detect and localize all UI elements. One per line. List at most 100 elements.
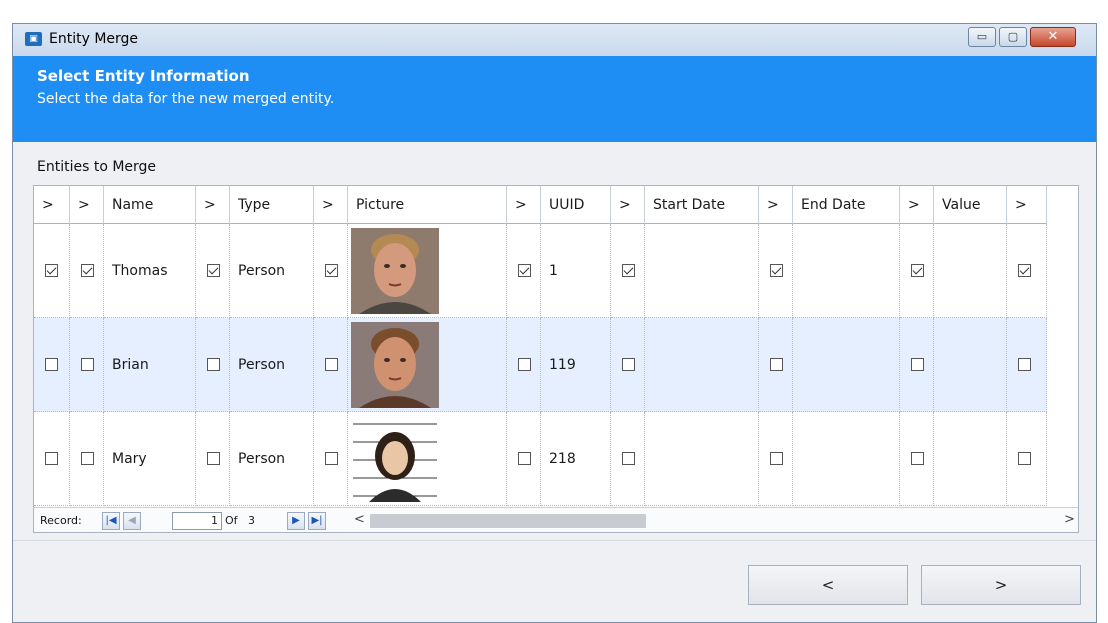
merge-select-cell[interactable] bbox=[34, 318, 70, 412]
next-record-button[interactable]: ▶ bbox=[287, 512, 305, 530]
last-record-icon: ▶| bbox=[311, 515, 323, 526]
merge-select-cell[interactable] bbox=[314, 412, 348, 506]
column-header-end-date[interactable]: End Date bbox=[793, 186, 900, 224]
select-checkbox[interactable] bbox=[518, 452, 531, 465]
merge-select-cell[interactable] bbox=[900, 412, 934, 506]
merge-select-cell[interactable] bbox=[314, 318, 348, 412]
column-header-picture[interactable]: Picture bbox=[348, 186, 507, 224]
picture-cell bbox=[348, 224, 507, 318]
merge-select-cell[interactable] bbox=[900, 318, 934, 412]
minimize-button[interactable]: ▭ bbox=[968, 27, 996, 47]
merge-select-cell[interactable] bbox=[70, 318, 104, 412]
select-checkbox[interactable] bbox=[911, 452, 924, 465]
merge-select-cell[interactable] bbox=[759, 412, 793, 506]
name-cell: Mary bbox=[104, 412, 196, 506]
select-checkbox[interactable] bbox=[325, 452, 338, 465]
select-checkbox[interactable] bbox=[911, 358, 924, 371]
merge-select-cell[interactable] bbox=[611, 412, 645, 506]
end-date-cell bbox=[793, 412, 900, 506]
mugshot-man-older-photo bbox=[351, 227, 439, 314]
select-checkbox[interactable] bbox=[81, 452, 94, 465]
prev-record-button[interactable]: ◀ bbox=[123, 512, 141, 530]
merge-select-cell[interactable] bbox=[1007, 318, 1047, 412]
select-checkbox[interactable] bbox=[518, 264, 531, 277]
column-header-sel7[interactable]: > bbox=[900, 186, 934, 224]
column-header-sel8[interactable]: > bbox=[1007, 186, 1047, 224]
type-cell: Person bbox=[230, 318, 314, 412]
merge-select-cell[interactable] bbox=[611, 318, 645, 412]
merge-select-cell[interactable] bbox=[196, 224, 230, 318]
merge-select-cell[interactable] bbox=[507, 224, 541, 318]
select-checkbox[interactable] bbox=[325, 264, 338, 277]
merge-select-cell[interactable] bbox=[70, 224, 104, 318]
column-header-name[interactable]: Name bbox=[104, 186, 196, 224]
uuid-cell: 1 bbox=[541, 224, 611, 318]
select-checkbox[interactable] bbox=[45, 358, 58, 371]
select-checkbox[interactable] bbox=[622, 358, 635, 371]
merge-select-cell[interactable] bbox=[34, 412, 70, 506]
merge-select-cell[interactable] bbox=[759, 318, 793, 412]
select-checkbox[interactable] bbox=[45, 452, 58, 465]
column-header-sel5[interactable]: > bbox=[611, 186, 645, 224]
scroll-right-button[interactable]: > bbox=[1064, 512, 1075, 527]
select-checkbox[interactable] bbox=[911, 264, 924, 277]
merge-select-cell[interactable] bbox=[1007, 412, 1047, 506]
select-checkbox[interactable] bbox=[770, 264, 783, 277]
select-checkbox[interactable] bbox=[518, 358, 531, 371]
merge-select-cell[interactable] bbox=[1007, 224, 1047, 318]
maximize-icon: ▢ bbox=[1007, 30, 1019, 43]
select-checkbox[interactable] bbox=[81, 264, 94, 277]
merge-select-cell[interactable] bbox=[900, 224, 934, 318]
column-header-sel0[interactable]: > bbox=[34, 186, 70, 224]
merge-select-cell[interactable] bbox=[507, 412, 541, 506]
last-record-button[interactable]: ▶| bbox=[308, 512, 326, 530]
merge-select-cell[interactable] bbox=[507, 318, 541, 412]
select-checkbox[interactable] bbox=[1018, 452, 1031, 465]
column-header-uuid[interactable]: UUID bbox=[541, 186, 611, 224]
select-checkbox[interactable] bbox=[622, 264, 635, 277]
next-button[interactable]: > bbox=[921, 565, 1081, 605]
select-checkbox[interactable] bbox=[45, 264, 58, 277]
merge-select-cell[interactable] bbox=[196, 318, 230, 412]
column-header-sel2[interactable]: > bbox=[196, 186, 230, 224]
column-header-start-date[interactable]: Start Date bbox=[645, 186, 759, 224]
column-header-type[interactable]: Type bbox=[230, 186, 314, 224]
column-header-sel3[interactable]: > bbox=[314, 186, 348, 224]
maximize-button[interactable]: ▢ bbox=[999, 27, 1027, 47]
merge-select-cell[interactable] bbox=[70, 412, 104, 506]
record-label: Record: bbox=[40, 514, 82, 527]
title-bar[interactable]: ▣ Entity Merge ▭ ▢ ✕ bbox=[13, 24, 1096, 56]
select-checkbox[interactable] bbox=[770, 452, 783, 465]
merge-select-cell[interactable] bbox=[196, 412, 230, 506]
scroll-left-button[interactable]: < bbox=[354, 512, 365, 527]
merge-select-cell[interactable] bbox=[611, 224, 645, 318]
select-checkbox[interactable] bbox=[325, 358, 338, 371]
first-record-button[interactable]: |◀ bbox=[102, 512, 120, 530]
select-checkbox[interactable] bbox=[770, 358, 783, 371]
select-checkbox[interactable] bbox=[207, 264, 220, 277]
merge-select-cell[interactable] bbox=[759, 224, 793, 318]
column-header-sel4[interactable]: > bbox=[507, 186, 541, 224]
column-header-value[interactable]: Value bbox=[934, 186, 1007, 224]
merge-select-cell[interactable] bbox=[34, 224, 70, 318]
record-number-input[interactable]: 1 bbox=[172, 512, 222, 530]
horizontal-scrollbar-thumb[interactable] bbox=[370, 514, 646, 528]
start-date-cell bbox=[645, 224, 759, 318]
select-checkbox[interactable] bbox=[207, 452, 220, 465]
previous-button[interactable]: < bbox=[748, 565, 908, 605]
select-checkbox[interactable] bbox=[1018, 358, 1031, 371]
select-checkbox[interactable] bbox=[81, 358, 94, 371]
column-header-sel6[interactable]: > bbox=[759, 186, 793, 224]
end-date-cell bbox=[793, 318, 900, 412]
close-button[interactable]: ✕ bbox=[1030, 27, 1076, 47]
value-cell bbox=[934, 224, 1007, 318]
picture-cell bbox=[348, 318, 507, 412]
select-checkbox[interactable] bbox=[1018, 264, 1031, 277]
entities-to-merge-label: Entities to Merge bbox=[37, 159, 157, 175]
merge-select-cell[interactable] bbox=[314, 224, 348, 318]
column-header-sel1[interactable]: > bbox=[70, 186, 104, 224]
select-checkbox[interactable] bbox=[622, 452, 635, 465]
select-checkbox[interactable] bbox=[207, 358, 220, 371]
first-record-icon: |◀ bbox=[105, 515, 117, 526]
type-cell: Person bbox=[230, 224, 314, 318]
